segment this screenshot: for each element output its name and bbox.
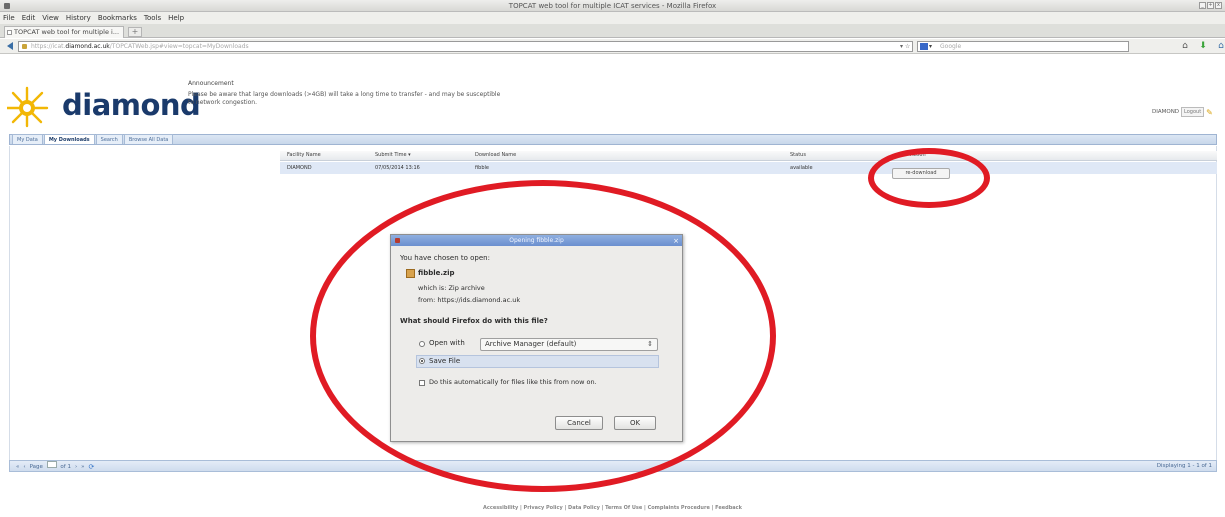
user-area: DIAMOND Logout ✎ xyxy=(1152,107,1213,117)
chevron-down-icon[interactable]: ▾ xyxy=(929,42,932,51)
menu-history[interactable]: History xyxy=(66,14,91,22)
window-title-bar: TOPCAT web tool for multiple ICAT servic… xyxy=(0,0,1225,12)
minimize-button[interactable]: _ xyxy=(1199,2,1206,9)
annotation-circle-redownload xyxy=(868,148,990,208)
column-download-name[interactable]: Download Name xyxy=(475,151,516,160)
cell-status: available xyxy=(790,165,813,171)
column-status[interactable]: Status xyxy=(790,151,806,160)
menu-tools[interactable]: Tools xyxy=(144,14,161,22)
logout-button[interactable]: Logout xyxy=(1181,107,1205,117)
tab-browse-all-data[interactable]: Browse All Data xyxy=(123,134,174,144)
toolbar-icons: ⌂ ⬇ ⌂ xyxy=(1180,41,1225,51)
url-suffix: /TOPCATWeb.jsp#view=topcat=MyDownloads xyxy=(109,43,249,50)
menu-help[interactable]: Help xyxy=(168,14,184,22)
page-input[interactable] xyxy=(46,461,57,468)
column-facility-name[interactable]: Facility Name xyxy=(287,151,321,160)
menu-view[interactable]: View xyxy=(42,14,59,22)
tab-search[interactable]: Search xyxy=(95,134,123,144)
menu-bar: File Edit View History Bookmarks Tools H… xyxy=(0,12,1225,24)
menu-bookmarks[interactable]: Bookmarks xyxy=(98,14,137,22)
home-icon[interactable]: ⌂ xyxy=(1180,41,1190,51)
tab-my-data[interactable]: My Data xyxy=(12,134,43,144)
url-prefix: https://icat. xyxy=(31,43,66,50)
url-domain: diamond.ac.uk xyxy=(65,43,110,50)
cell-facility: DIAMOND xyxy=(287,165,312,171)
firefox-icon xyxy=(4,3,10,9)
menu-edit[interactable]: Edit xyxy=(22,14,36,22)
diamond-logo-icon xyxy=(7,86,49,128)
grid-header: Facility Name Submit Time ▾ Download Nam… xyxy=(280,151,1217,161)
window-controls: _ + x xyxy=(1199,2,1222,9)
download-icon[interactable]: ⬇ xyxy=(1198,41,1208,51)
footer-links[interactable]: Accessibility | Privacy Policy | Data Po… xyxy=(0,505,1225,511)
browser-tab-label: TOPCAT web tool for multiple i... xyxy=(14,28,120,36)
prev-page-icon[interactable]: ‹ xyxy=(23,462,25,472)
page-icon xyxy=(7,30,12,35)
pager-nav: « ‹ Page of 1 › » ⟳ xyxy=(16,461,94,472)
navigation-bar: https://icat.diamond.ac.uk/TOPCATWeb.jsp… xyxy=(0,39,1225,54)
back-arrow-icon[interactable] xyxy=(7,42,13,50)
cell-download-name: fibble xyxy=(475,165,489,171)
next-page-icon[interactable]: › xyxy=(75,462,77,472)
announcement-text: Please be aware that large downloads (>4… xyxy=(188,91,501,106)
diamond-logo-text: diamond xyxy=(62,88,201,122)
user-name: DIAMOND xyxy=(1152,109,1180,115)
app-tab-bar: My Data My Downloads Search Browse All D… xyxy=(9,134,1217,145)
bookmark-star-icon[interactable]: ▾ ☆ xyxy=(900,43,910,50)
url-bar[interactable]: https://icat.diamond.ac.uk/TOPCATWeb.jsp… xyxy=(18,41,913,52)
search-input[interactable]: ▾ Google xyxy=(917,41,1129,52)
new-tab-button[interactable]: + xyxy=(128,27,142,37)
search-engine-icon[interactable] xyxy=(920,43,928,50)
announcement-title: Announcement xyxy=(188,80,234,87)
first-page-icon[interactable]: « xyxy=(16,462,19,472)
column-submit-time[interactable]: Submit Time ▾ xyxy=(375,151,411,160)
announcement: Announcement Please be aware that large … xyxy=(188,80,508,107)
lock-icon xyxy=(22,44,27,49)
page-of-label: of 1 xyxy=(60,464,71,470)
edit-icon[interactable]: ✎ xyxy=(1206,108,1213,117)
maximize-button[interactable]: + xyxy=(1207,2,1214,9)
menu-file[interactable]: File xyxy=(3,14,15,22)
addon-icon[interactable]: ⌂ xyxy=(1216,41,1225,51)
paging-display: Displaying 1 - 1 of 1 xyxy=(1156,463,1212,469)
browser-tab[interactable]: TOPCAT web tool for multiple i... xyxy=(4,26,124,38)
close-window-button[interactable]: x xyxy=(1215,2,1222,9)
window-title: TOPCAT web tool for multiple ICAT servic… xyxy=(508,2,717,10)
search-placeholder: Google xyxy=(940,43,962,50)
last-page-icon[interactable]: » xyxy=(81,462,84,472)
annotation-circle-dialog xyxy=(310,180,776,492)
tab-my-downloads[interactable]: My Downloads xyxy=(43,134,95,144)
cell-submit-time: 07/05/2014 13:16 xyxy=(375,165,420,171)
page-label: Page xyxy=(29,464,43,470)
browser-tab-strip: TOPCAT web tool for multiple i... + xyxy=(0,24,1225,38)
table-row[interactable]: DIAMOND 07/05/2014 13:16 fibble availabl… xyxy=(280,162,1217,174)
refresh-icon[interactable]: ⟳ xyxy=(89,462,95,472)
